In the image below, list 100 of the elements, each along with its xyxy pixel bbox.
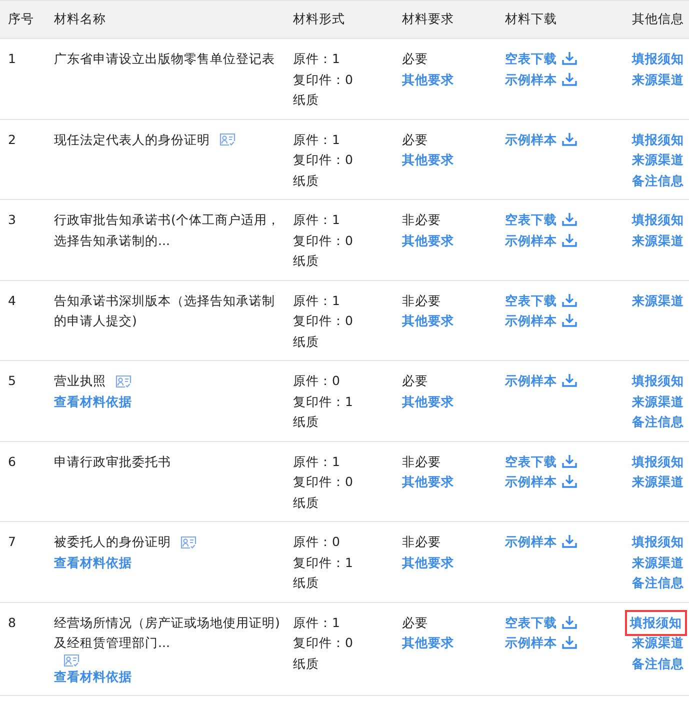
- info-link[interactable]: 填报须知: [632, 130, 684, 150]
- requirement-text: 非必要: [402, 533, 441, 551]
- download-link[interactable]: 空表下载: [505, 612, 557, 633]
- download-icon[interactable]: [562, 474, 577, 488]
- form-text: 纸质: [293, 654, 319, 672]
- download-icon[interactable]: [562, 72, 577, 86]
- other-requirements-link[interactable]: 其他要求: [402, 150, 454, 170]
- download-icon[interactable]: [562, 232, 577, 246]
- download-icon[interactable]: [562, 614, 577, 628]
- form-text: 原件：1: [293, 211, 340, 229]
- info-link[interactable]: 填报须知: [632, 452, 684, 472]
- form-text: 复印件：1: [293, 392, 353, 410]
- form-text: 原件：1: [293, 452, 340, 470]
- download-icon[interactable]: [562, 534, 577, 548]
- download-link[interactable]: 示例样本: [505, 532, 557, 552]
- row-number: 6: [7, 452, 17, 470]
- other-requirements-link[interactable]: 其他要求: [402, 392, 454, 412]
- info-link[interactable]: 来源渠道: [632, 552, 684, 573]
- download-icon[interactable]: [562, 132, 577, 146]
- info-link[interactable]: 填报须知: [632, 210, 684, 230]
- row-number: 2: [7, 130, 17, 148]
- column-header: 序号: [7, 10, 35, 28]
- info-link[interactable]: 填报须知: [632, 49, 684, 70]
- row-number: 5: [7, 372, 17, 390]
- column-header: 材料名称: [53, 10, 107, 28]
- material-basis-link[interactable]: 查看材料依据: [54, 666, 132, 687]
- download-link[interactable]: 示例样本: [505, 130, 557, 150]
- form-text: 原件：0: [293, 372, 340, 390]
- download-icon[interactable]: [562, 51, 577, 65]
- download-link[interactable]: 示例样本: [505, 633, 557, 654]
- other-requirements-link[interactable]: 其他要求: [402, 230, 454, 251]
- row-number: 7: [7, 533, 17, 551]
- download-link[interactable]: 示例样本: [505, 311, 557, 332]
- form-text: 原件：1: [293, 292, 340, 310]
- download-icon[interactable]: [562, 212, 577, 226]
- download-link[interactable]: 示例样本: [505, 70, 557, 90]
- material-name: 行政审批告知承诺书(个体工商户适用， 选择告知承诺制的...: [54, 211, 280, 250]
- download-link[interactable]: 空表下载: [505, 210, 557, 230]
- row-number: 1: [7, 50, 17, 68]
- download-link[interactable]: 示例样本: [505, 472, 557, 492]
- column-header: 材料形式: [292, 10, 346, 28]
- info-link[interactable]: 来源渠道: [632, 230, 684, 251]
- other-requirements-link[interactable]: 其他要求: [402, 552, 454, 573]
- form-text: 纸质: [293, 574, 319, 592]
- download-icon[interactable]: [562, 313, 577, 327]
- requirement-text: 非必要: [402, 452, 441, 470]
- info-link[interactable]: 备注信息: [632, 654, 684, 674]
- download-link[interactable]: 示例样本: [505, 371, 557, 392]
- info-link[interactable]: 来源渠道: [632, 472, 684, 492]
- form-text: 原件：1: [293, 50, 340, 68]
- requirement-text: 非必要: [402, 211, 441, 229]
- material-name: 申请行政审批委托书: [54, 452, 171, 470]
- column-header: 其他信息: [631, 10, 685, 28]
- column-header: 材料下载: [504, 10, 558, 28]
- info-link[interactable]: 来源渠道: [632, 290, 684, 311]
- column-header: 材料要求: [401, 10, 455, 28]
- info-link[interactable]: 填报须知: [632, 371, 684, 392]
- material-name: 广东省申请设立出版物零售单位登记表: [54, 50, 275, 68]
- info-link[interactable]: 备注信息: [632, 170, 684, 191]
- download-link[interactable]: 空表下载: [505, 452, 557, 472]
- other-requirements-link[interactable]: 其他要求: [402, 70, 454, 90]
- info-link[interactable]: 备注信息: [632, 573, 684, 594]
- info-link[interactable]: 备注信息: [632, 412, 684, 432]
- info-link[interactable]: 来源渠道: [632, 70, 684, 90]
- material-basis-link[interactable]: 查看材料依据: [54, 552, 132, 573]
- material-basis-link[interactable]: 查看材料依据: [54, 392, 132, 412]
- other-requirements-link[interactable]: 其他要求: [402, 311, 454, 332]
- requirement-text: 必要: [402, 614, 428, 632]
- info-link[interactable]: 填报须知: [628, 612, 684, 633]
- requirement-text: 非必要: [402, 292, 441, 310]
- form-text: 复印件：0: [293, 151, 353, 169]
- download-icon[interactable]: [562, 292, 577, 306]
- info-link[interactable]: 来源渠道: [632, 150, 684, 170]
- row-number: 4: [7, 292, 17, 310]
- other-requirements-link[interactable]: 其他要求: [402, 472, 454, 492]
- form-text: 复印件：1: [293, 554, 353, 572]
- form-text: 原件：1: [293, 130, 340, 148]
- form-text: 复印件：0: [293, 634, 353, 652]
- form-text: 复印件：0: [293, 473, 353, 491]
- form-text: 复印件：0: [293, 70, 353, 88]
- info-link[interactable]: 来源渠道: [632, 392, 684, 412]
- requirement-text: 必要: [402, 130, 428, 148]
- download-link[interactable]: 空表下载: [505, 290, 557, 311]
- form-text: 纸质: [293, 332, 319, 350]
- material-name: 营业执照: [54, 372, 106, 390]
- info-link[interactable]: 填报须知: [632, 532, 684, 552]
- info-link[interactable]: 来源渠道: [632, 633, 684, 654]
- download-icon[interactable]: [562, 454, 577, 468]
- form-text: 纸质: [293, 413, 319, 431]
- download-icon[interactable]: [562, 373, 577, 387]
- material-name: 告知承诺书深圳版本（选择告知承诺制 的申请人提交): [54, 292, 275, 330]
- download-link[interactable]: 示例样本: [505, 230, 557, 251]
- form-text: 复印件：0: [293, 232, 353, 250]
- row-number: 3: [7, 211, 17, 229]
- form-text: 复印件：0: [293, 312, 353, 330]
- download-link[interactable]: 空表下载: [505, 49, 557, 70]
- other-requirements-link[interactable]: 其他要求: [402, 633, 454, 654]
- download-icon[interactable]: [562, 635, 577, 649]
- row-number: 8: [7, 614, 17, 632]
- requirement-text: 必要: [402, 372, 428, 390]
